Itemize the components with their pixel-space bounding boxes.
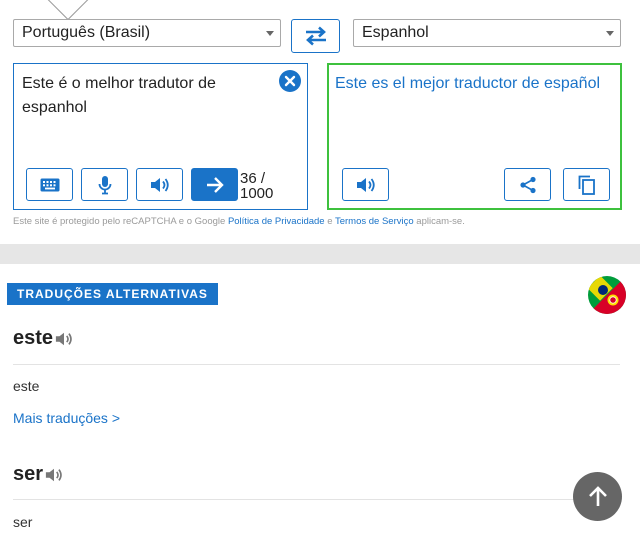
divider bbox=[13, 499, 620, 500]
translation-output: Este es el mejor traductor de español bbox=[335, 75, 601, 92]
source-text-box[interactable]: Este é o melhor tradutor de espanhol 36 … bbox=[13, 63, 308, 210]
speaker-icon[interactable] bbox=[45, 467, 63, 483]
alternative-translation: ser bbox=[13, 514, 33, 530]
target-language-label: Espanhol bbox=[362, 24, 429, 41]
alternative-word: ser bbox=[13, 463, 63, 486]
share-icon bbox=[519, 176, 536, 193]
listen-source-button[interactable] bbox=[136, 168, 183, 201]
recaptcha-disclaimer: Este site é protegido pelo reCAPTCHA e o… bbox=[13, 216, 465, 227]
clear-text-button[interactable] bbox=[279, 70, 301, 92]
microphone-button[interactable] bbox=[81, 168, 128, 201]
disclaimer-text: e bbox=[324, 216, 335, 227]
target-text-box: Este es el mejor traductor de español bbox=[327, 63, 622, 210]
translate-button[interactable] bbox=[191, 168, 238, 201]
chevron-down-icon bbox=[266, 31, 274, 36]
arrow-up-icon bbox=[588, 485, 607, 506]
speaker-icon[interactable] bbox=[55, 331, 73, 347]
alternative-word: este bbox=[13, 327, 73, 350]
terms-of-service-link[interactable]: Termos de Serviço bbox=[335, 216, 414, 227]
microphone-icon bbox=[98, 175, 111, 194]
source-language-label: Português (Brasil) bbox=[22, 24, 151, 41]
brazil-portugal-flag-icon[interactable] bbox=[588, 276, 626, 314]
keyboard-icon bbox=[40, 178, 59, 191]
chevron-down-icon bbox=[606, 31, 614, 36]
privacy-policy-link[interactable]: Política de Privacidade bbox=[228, 216, 325, 227]
alternatives-heading: TRADUÇÕES ALTERNATIVAS bbox=[7, 283, 218, 305]
character-counter: 36 / 1000 bbox=[240, 171, 273, 201]
copy-icon bbox=[578, 175, 595, 195]
speaker-icon bbox=[356, 177, 375, 192]
alternative-word-text: este bbox=[13, 327, 54, 349]
swap-languages-button[interactable] bbox=[291, 19, 340, 53]
source-text-input[interactable]: Este é o melhor tradutor de espanhol bbox=[22, 72, 272, 120]
copy-button[interactable] bbox=[563, 168, 610, 201]
source-language-select[interactable]: Português (Brasil) bbox=[13, 19, 281, 47]
close-icon bbox=[284, 75, 296, 87]
alternative-word-text: ser bbox=[13, 463, 44, 485]
character-counter-value: 36 / bbox=[240, 170, 266, 187]
character-counter-max: 1000 bbox=[240, 185, 274, 202]
section-divider bbox=[0, 244, 640, 264]
disclaimer-text: Este site é protegido pelo reCAPTCHA e o… bbox=[13, 216, 228, 227]
alternative-translation: este bbox=[13, 378, 40, 394]
scroll-to-top-button[interactable] bbox=[573, 472, 622, 521]
listen-translation-button[interactable] bbox=[342, 168, 389, 201]
share-button[interactable] bbox=[504, 168, 551, 201]
arrow-right-icon bbox=[206, 176, 224, 193]
more-translations-link[interactable]: Mais traduções > bbox=[13, 410, 120, 426]
translator-panel: Português (Brasil) Espanhol Este é o mel… bbox=[0, 0, 640, 244]
divider bbox=[13, 364, 620, 365]
target-language-select[interactable]: Espanhol bbox=[353, 19, 621, 47]
tab-notch bbox=[46, 0, 90, 21]
disclaimer-text: aplicam-se. bbox=[413, 216, 465, 227]
swap-icon bbox=[305, 26, 326, 46]
keyboard-button[interactable] bbox=[26, 168, 73, 201]
speaker-icon bbox=[150, 177, 169, 192]
